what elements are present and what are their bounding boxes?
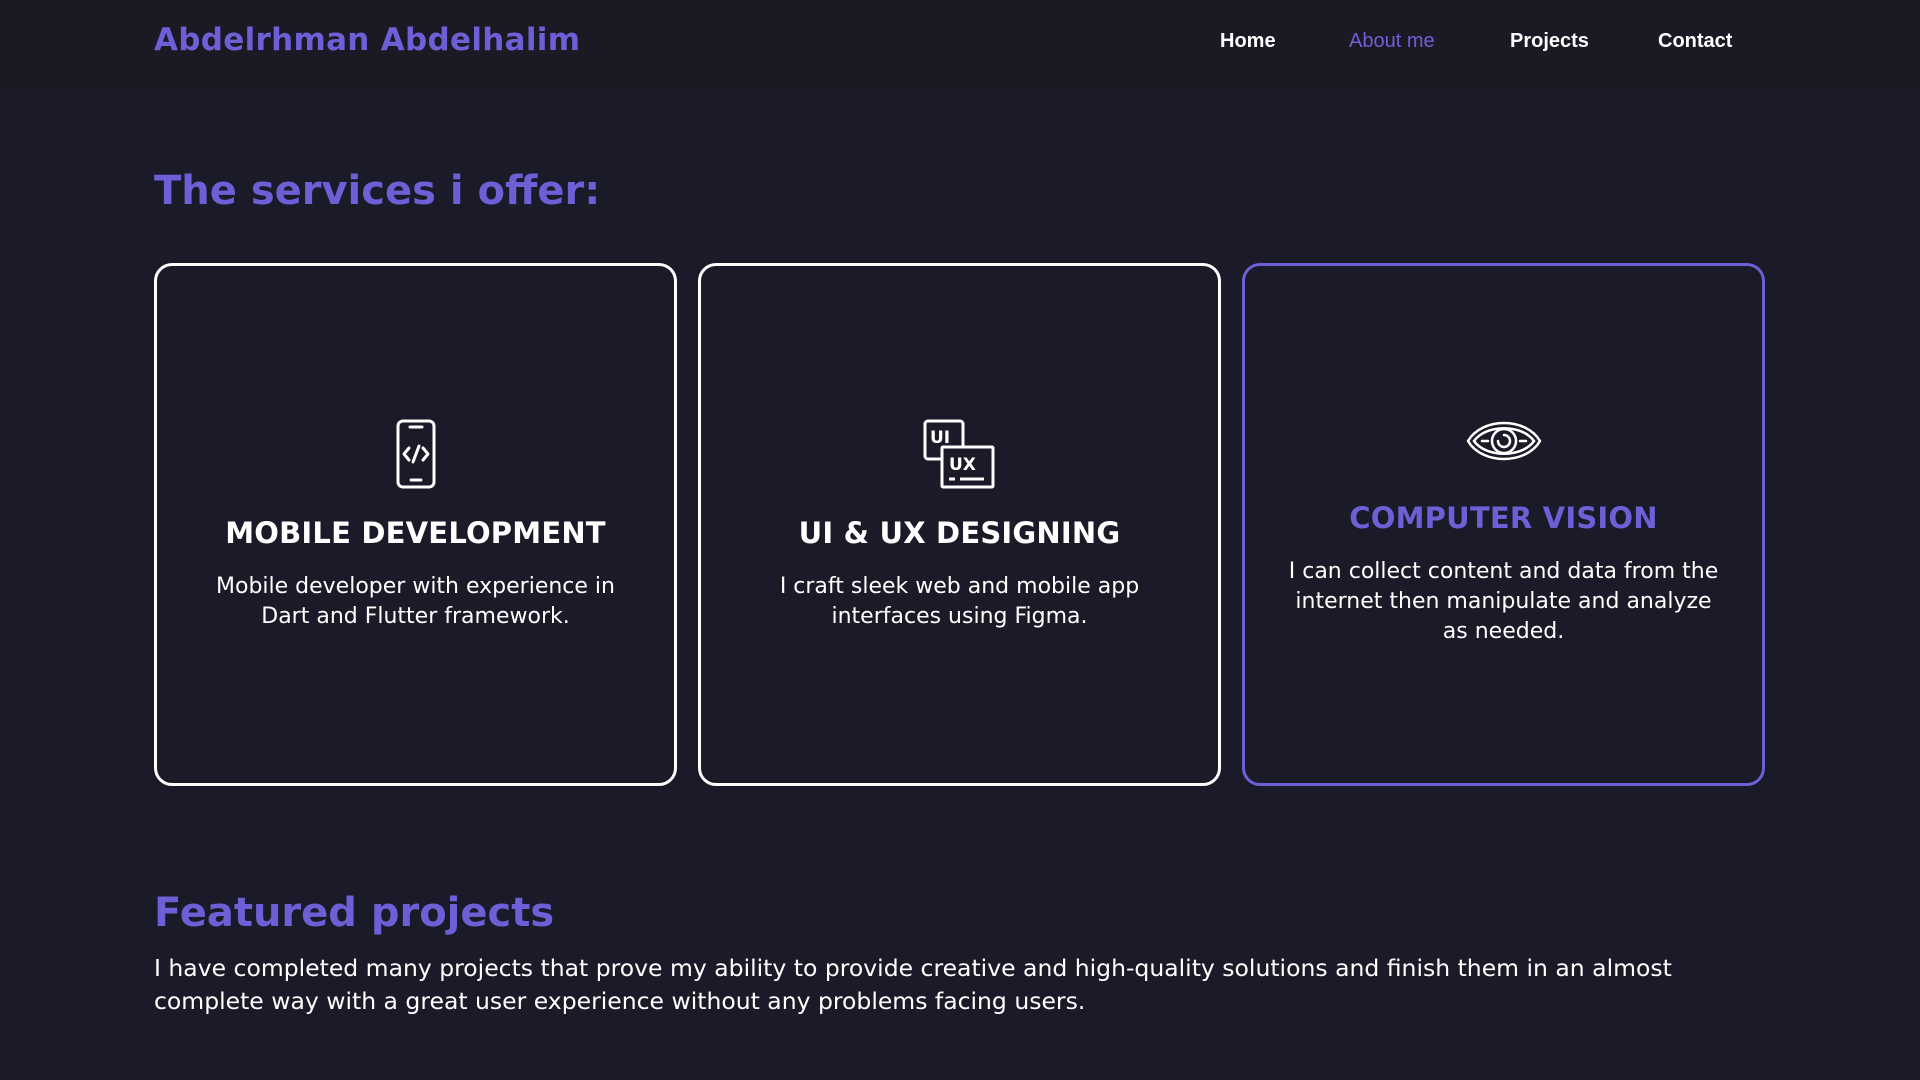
featured-projects-title: Featured projects [154,890,555,936]
card-title: MOBILE DEVELOPMENT [225,515,606,550]
featured-projects-description: I have completed many projects that prov… [154,954,1672,1015]
ui-ux-icon: UI UX [923,419,994,488]
eye-icon [1466,421,1541,460]
card-description: Mobile developer with experience in Dart… [216,573,615,629]
svg-text:UI: UI [930,428,950,448]
card-title: UI & UX DESIGNING [798,515,1121,550]
nav-link-about-me[interactable]: About me [1349,30,1435,53]
card-title: COMPUTER VISION [1349,500,1658,535]
nav-link-projects[interactable]: Projects [1510,30,1589,53]
svg-text:UX: UX [949,455,976,475]
nav-link-contact[interactable]: Contact [1658,30,1732,53]
services-title: The services i offer: [154,168,601,214]
brand-logo[interactable]: Abdelrhman Abdelhalim [154,22,580,58]
service-card-ui-ux-designing: UI UX UI & UX DESIGNING I craft sleek we… [698,263,1221,786]
navbar: Abdelrhman Abdelhalim Home About me Proj… [0,0,1920,88]
card-description: I craft sleek web and mobile app interfa… [779,573,1140,629]
service-card-computer-vision: COMPUTER VISION I can collect content an… [1242,263,1765,786]
nav-link-home[interactable]: Home [1220,30,1276,53]
card-description: I can collect content and data from the … [1288,558,1719,644]
service-card-mobile-development: MOBILE DEVELOPMENT Mobile developer with… [154,263,677,786]
mobile-code-icon [396,419,435,488]
